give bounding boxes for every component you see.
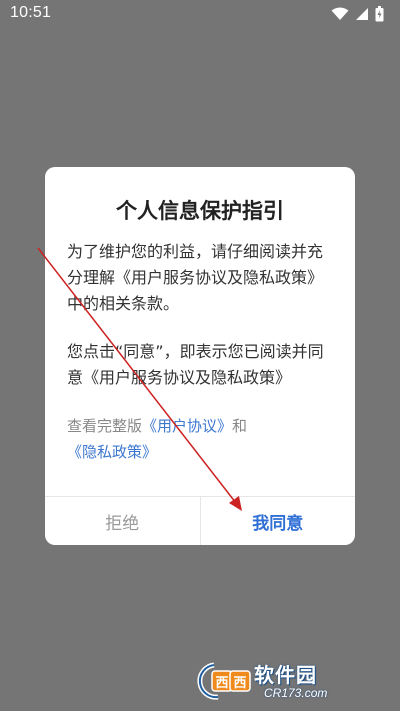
wifi-icon (331, 7, 349, 21)
privacy-policy-link[interactable]: 《隐私政策》 (67, 443, 157, 461)
watermark: 西 西 软件园 CR173.com (194, 659, 394, 705)
signal-icon (355, 7, 369, 21)
dialog-paragraph-2: 您点击“同意”，即表示您已阅读并同意《用户服务协议及隐私政策》 (67, 342, 324, 387)
dialog-buttons: 拒绝 我同意 (45, 496, 355, 545)
user-agreement-link[interactable]: 《用户协议》 (142, 417, 232, 435)
links-and: 和 (232, 417, 248, 435)
dialog-body: 为了维护您的利益，请仔细阅读并充分理解《用户服务协议及隐私政策》中的相关条款。 … (67, 239, 335, 487)
dialog-paragraph-1: 为了维护您的利益，请仔细阅读并充分理解《用户服务协议及隐私政策》中的相关条款。 (67, 242, 324, 313)
status-icons (331, 6, 384, 22)
agreement-links: 查看完整版《用户协议》和《隐私政策》 (67, 413, 335, 465)
links-prefix: 查看完整版 (67, 417, 143, 435)
battery-icon (375, 6, 384, 22)
watermark-url: CR173.com (264, 686, 328, 700)
privacy-guide-dialog: 个人信息保护指引 为了维护您的利益，请仔细阅读并充分理解《用户服务协议及隐私政策… (45, 167, 355, 545)
watermark-title: 软件园 (254, 663, 317, 687)
watermark-logo: 西 西 (197, 662, 251, 700)
dialog-title: 个人信息保护指引 (116, 199, 284, 223)
status-time: 10:51 (10, 4, 52, 21)
status-bar: 10:51 (0, 0, 400, 30)
svg-text:西: 西 (215, 676, 228, 691)
reject-button[interactable]: 拒绝 (45, 497, 201, 545)
svg-text:西: 西 (233, 676, 246, 691)
agree-button[interactable]: 我同意 (201, 497, 356, 545)
